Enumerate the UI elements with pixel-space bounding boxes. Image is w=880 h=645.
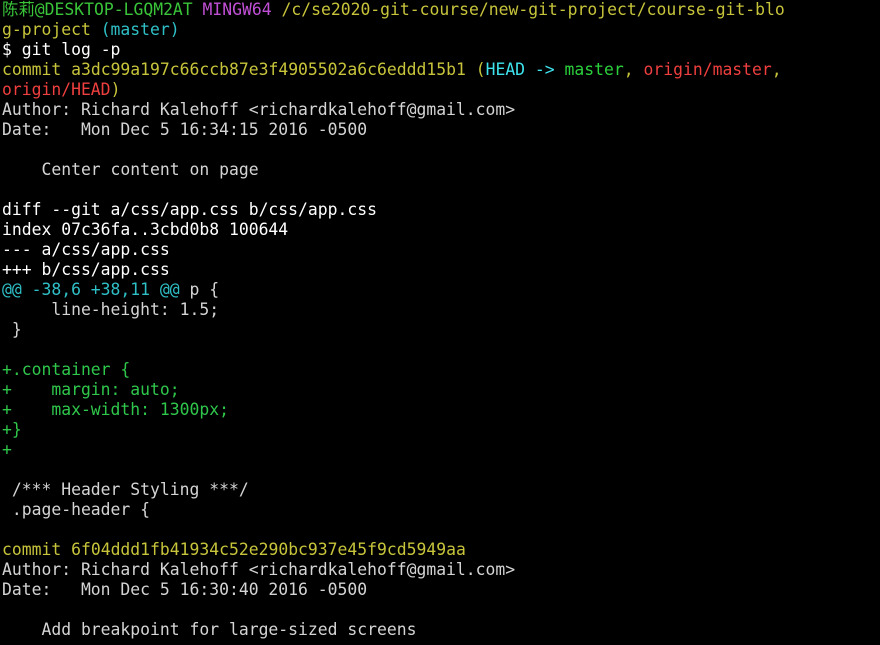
ref-close: ) (110, 80, 121, 99)
terminal-window[interactable]: 陈莉@DESKTOP-LGQM2AT MINGW64 /c/se2020-git… (0, 0, 880, 645)
diff-index: index 07c36fa..3cbd0b8 100644 (2, 220, 289, 239)
commit-label: commit (2, 540, 62, 559)
prompt-path-wrap: g-project (2, 20, 91, 39)
prompt-user-host: 陈莉@DESKTOP-LGQM2AT (2, 0, 193, 19)
command-text: git log -p (21, 40, 121, 59)
ref-separator: , (623, 60, 634, 79)
diff-added-line: + margin: auto; (2, 380, 180, 399)
diff-added-line: +} (2, 420, 22, 439)
commit-message: Center content on page (2, 160, 259, 179)
diff-context-line: .page-header { (2, 500, 151, 519)
diff-context-line: /*** Header Styling ***/ (2, 480, 249, 499)
commit-line: commit a3dc99a197c66ccb87e3f4905502a6c6e… (0, 60, 880, 80)
commit-hash: 6f04ddd1fb41934c52e290bc937e45f9cd5949aa (71, 540, 466, 559)
remote-head-ref: origin/HEAD (2, 80, 111, 99)
diff-context-line (0, 460, 880, 480)
prompt-symbol: $ (2, 40, 12, 59)
commit-line: commit 6f04ddd1fb41934c52e290bc937e45f9c… (0, 540, 880, 560)
diff-new-file: +++ b/css/app.css (2, 260, 170, 279)
diff-added-line: + max-width: 1300px; (2, 400, 229, 419)
diff-context-line: line-height: 1.5; (2, 300, 220, 319)
prompt-line: 陈莉@DESKTOP-LGQM2AT MINGW64 /c/se2020-git… (0, 0, 880, 20)
commit-label: commit (2, 60, 62, 79)
ref-open: ( (475, 60, 486, 79)
commit-line-wrap: origin/HEAD) (0, 80, 880, 100)
commit-hash: a3dc99a197c66ccb87e3f4905502a6c6eddd15b1 (71, 60, 466, 79)
local-branch-ref: master (564, 60, 624, 79)
hunk-context: p { (179, 280, 220, 299)
diff-added-line: +.container { (2, 360, 131, 379)
diff-context-line (0, 520, 880, 540)
commit-message: Add breakpoint for large-sized screens (2, 620, 417, 639)
prompt-branch: (master) (100, 20, 180, 39)
prompt-line-wrap: g-project (master) (0, 20, 880, 40)
diff-hunk-header: @@ -38,6 +38,11 @@ p { (0, 280, 880, 300)
diff-added-line: + (2, 440, 12, 459)
date-line: Date: Mon Dec 5 16:34:15 2016 -0500 (2, 120, 368, 139)
diff-old-file: --- a/css/app.css (2, 240, 170, 259)
hunk-marker: @@ -38,6 +38,11 @@ (2, 280, 180, 299)
diff-header: diff --git a/css/app.css b/css/app.css (2, 200, 377, 219)
date-line: Date: Mon Dec 5 16:30:40 2016 -0500 (2, 580, 368, 599)
author-line: Author: Richard Kalehoff <richardkalehof… (2, 100, 516, 119)
head-ref: HEAD -> (485, 60, 555, 79)
remote-branch-ref: origin/master (643, 60, 772, 79)
prompt-shell: MINGW64 (202, 0, 272, 19)
command-line: $ git log -p (0, 40, 880, 60)
diff-context-line: } (2, 320, 22, 339)
author-line: Author: Richard Kalehoff <richardkalehof… (2, 560, 516, 579)
ref-separator: , (771, 60, 782, 79)
prompt-path: /c/se2020-git-course/new-git-project/cou… (281, 0, 785, 19)
diff-context-line (0, 340, 880, 360)
